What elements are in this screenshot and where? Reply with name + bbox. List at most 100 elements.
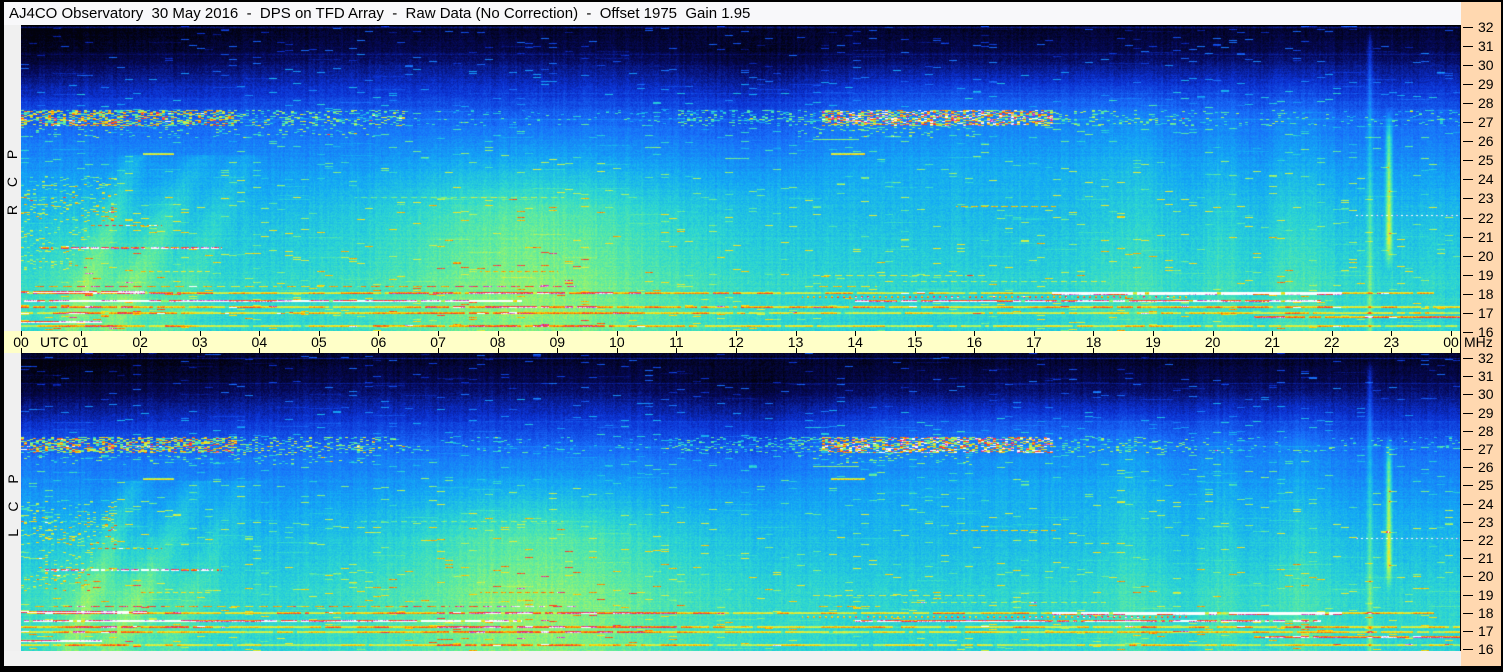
freq-tick <box>1463 449 1473 450</box>
freq-tick <box>1463 503 1473 505</box>
lcp-spectrogram[interactable] <box>21 353 1460 651</box>
time-label: 21 <box>1264 334 1281 350</box>
time-label: 18 <box>1085 334 1102 350</box>
freq-label: 25 <box>1478 477 1494 494</box>
freq-tick <box>1463 103 1473 105</box>
time-label: 09 <box>549 334 566 350</box>
freq-label: 28 <box>1478 95 1494 112</box>
freq-label: 29 <box>1478 404 1494 421</box>
freq-label: 17 <box>1478 304 1494 321</box>
freq-tick <box>1463 358 1473 359</box>
time-label: 14 <box>847 334 863 350</box>
app-window: AJ4CO Observatory 30 May 2016 - DPS on T… <box>0 0 1503 672</box>
time-label: 00 <box>13 334 29 350</box>
time-label: 06 <box>370 334 387 350</box>
freq-label: 17 <box>1478 623 1494 639</box>
rcp-spectrogram[interactable] <box>21 26 1460 331</box>
time-label: 11 <box>669 334 684 350</box>
freq-tick <box>1463 274 1473 276</box>
freq-label: 23 <box>1478 513 1494 530</box>
freq-label: 25 <box>1478 152 1494 169</box>
freq-tick <box>1463 160 1473 162</box>
freq-tick <box>1463 521 1473 523</box>
freq-tick <box>1463 594 1473 596</box>
freq-label: 31 <box>1478 38 1494 55</box>
utc-unit-label: UTC <box>40 334 69 350</box>
freq-tick <box>1463 376 1473 378</box>
freq-label: 29 <box>1478 76 1494 93</box>
freq-tick <box>1463 649 1473 651</box>
freq-label: 21 <box>1478 550 1494 567</box>
freq-label: 30 <box>1478 57 1494 74</box>
rcp-label-text: R C P <box>4 142 21 215</box>
freq-label: 23 <box>1478 190 1494 207</box>
freq-tick <box>1463 331 1473 333</box>
time-label: 13 <box>787 334 804 350</box>
freq-label: 22 <box>1478 209 1494 226</box>
freq-label: 26 <box>1478 133 1494 150</box>
freq-tick <box>1463 46 1473 48</box>
freq-tick <box>1463 27 1473 28</box>
time-label: 05 <box>311 334 327 350</box>
time-label: 04 <box>251 334 268 350</box>
freq-tick <box>1463 430 1473 432</box>
freq-label: 20 <box>1478 568 1494 585</box>
freq-tick <box>1463 467 1473 469</box>
time-label: 23 <box>1383 334 1400 350</box>
freq-tick <box>1463 558 1473 560</box>
time-label: 16 <box>966 334 983 350</box>
freq-tick <box>1463 217 1473 219</box>
freq-tick <box>1463 198 1473 200</box>
freq-label: 26 <box>1478 459 1494 476</box>
freq-tick <box>1463 412 1473 414</box>
freq-label: 24 <box>1478 495 1494 512</box>
window-title: AJ4CO Observatory 30 May 2016 - DPS on T… <box>9 5 751 22</box>
freq-label: 32 <box>1478 350 1494 366</box>
time-label: 07 <box>430 334 446 350</box>
time-label: 12 <box>728 334 744 350</box>
freq-tick <box>1463 236 1473 238</box>
freq-label: 19 <box>1478 266 1494 283</box>
freq-tick <box>1463 394 1473 396</box>
time-label: 01 <box>72 334 89 350</box>
freq-tick <box>1463 65 1473 67</box>
freq-label: 18 <box>1478 604 1494 621</box>
lcp-label-text: L C P <box>4 467 21 537</box>
time-label: 17 <box>1026 334 1042 350</box>
freq-label: 32 <box>1478 19 1494 35</box>
freq-label: 22 <box>1478 532 1494 548</box>
time-label: 02 <box>132 334 148 350</box>
time-label: 03 <box>191 334 208 350</box>
freq-label: 19 <box>1478 586 1494 603</box>
freq-label: 27 <box>1478 441 1494 457</box>
freq-tick <box>1463 576 1473 578</box>
freq-tick <box>1463 612 1473 614</box>
freq-label: 20 <box>1478 247 1494 264</box>
freq-tick <box>1463 122 1473 124</box>
freq-label: 21 <box>1478 228 1494 245</box>
time-label: 00 <box>1443 334 1459 350</box>
time-label: 10 <box>609 334 625 350</box>
time-label: 20 <box>1204 334 1221 350</box>
freq-tick <box>1463 312 1473 314</box>
freq-tick <box>1463 540 1473 541</box>
freq-tick <box>1463 179 1473 181</box>
freq-tick <box>1463 255 1473 257</box>
freq-label: 31 <box>1478 368 1494 385</box>
freq-label: 27 <box>1478 114 1494 131</box>
freq-label: 28 <box>1478 422 1494 439</box>
frequency-axis-strip: 32 31 30 29 28 27 26 25 24 23 22 21 20 19 18 17 16 32 31 30… <box>1461 2 1501 666</box>
time-label: 22 <box>1324 334 1340 350</box>
freq-label: 30 <box>1478 386 1494 403</box>
mhz-unit-label: MHz <box>1464 334 1493 350</box>
time-label: 19 <box>1145 334 1161 350</box>
freq-tick <box>1463 631 1473 632</box>
rcp-label: R C P <box>4 26 21 331</box>
freq-tick <box>1463 141 1473 143</box>
freq-label: 24 <box>1478 171 1494 188</box>
title-bar: AJ4CO Observatory 30 May 2016 - DPS on T… <box>4 2 1461 25</box>
freq-tick <box>1463 84 1473 86</box>
time-axis-strip: 00 01 02 03 04 05 06 07 08 09 10 11 12 13 14 15 16 17 18 19… <box>4 331 1461 353</box>
freq-axis-line <box>1460 26 1461 651</box>
freq-label: 16 <box>1478 641 1494 658</box>
